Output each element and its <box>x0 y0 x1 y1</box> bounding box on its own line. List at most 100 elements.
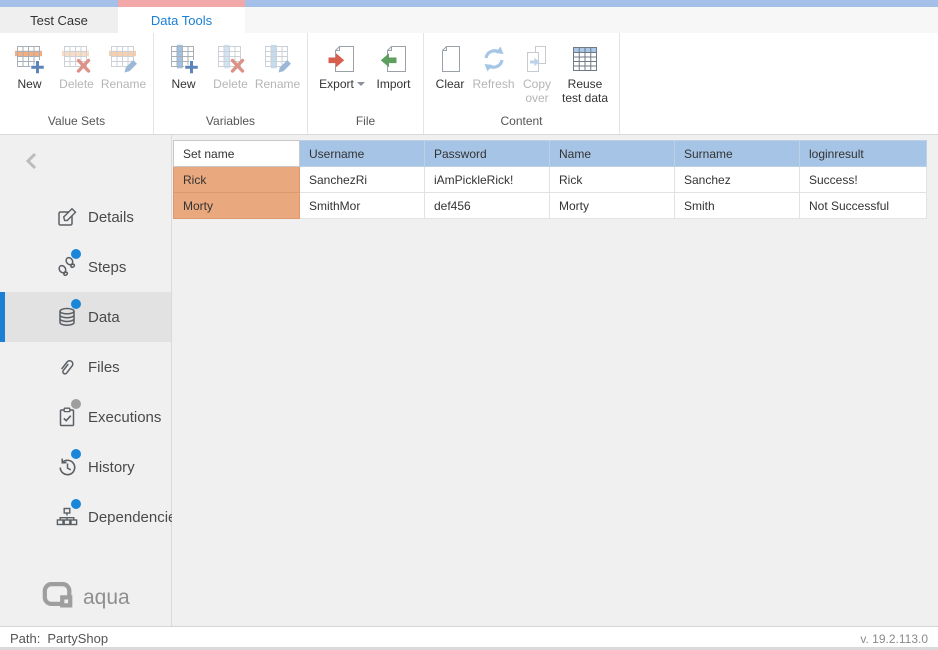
sidebar-nav: Details Steps <box>0 192 171 542</box>
table-row-delete-icon <box>61 41 93 77</box>
cell-set-name[interactable]: Morty <box>174 193 300 219</box>
column-header-surname[interactable]: Surname <box>675 141 800 167</box>
button-label: Import <box>376 77 410 91</box>
clear-button[interactable]: Clear <box>430 36 470 91</box>
edit-icon <box>56 206 78 228</box>
ribbon-group-content: Clear Refresh <box>424 33 620 134</box>
table-row: Morty SmithMor def456 Morty Smith Not Su… <box>174 193 927 219</box>
app-window: Test Case Data Tools <box>0 0 938 650</box>
valuesets-delete-button: Delete <box>53 36 100 91</box>
path-label: Path: <box>10 631 40 646</box>
refresh-button: Refresh <box>470 36 517 91</box>
path-value: PartyShop <box>47 631 108 646</box>
steps-icon <box>56 256 78 278</box>
variables-rename-button: Rename <box>254 36 301 91</box>
column-header-name[interactable]: Name <box>550 141 675 167</box>
cell-name[interactable]: Morty <box>550 193 675 219</box>
table-column-delete-icon <box>215 41 247 77</box>
aqua-logo: aqua <box>42 581 130 614</box>
column-header-username[interactable]: Username <box>300 141 425 167</box>
ribbon-group-file: Export Import File <box>308 33 424 134</box>
copy-over-button: Copy over <box>517 36 557 106</box>
cell-loginresult[interactable]: Success! <box>800 167 927 193</box>
group-label-file: File <box>314 111 417 134</box>
chevron-left-icon <box>23 158 41 175</box>
column-header-loginresult[interactable]: loginresult <box>800 141 927 167</box>
cell-username[interactable]: SmithMor <box>300 193 425 219</box>
reuse-test-data-button[interactable]: Reuse test data <box>557 36 613 106</box>
variables-new-button[interactable]: New <box>160 36 207 91</box>
paperclip-icon <box>56 356 78 378</box>
button-label: Export <box>319 77 354 91</box>
group-label-variables: Variables <box>160 111 301 134</box>
export-button[interactable]: Export <box>314 36 370 91</box>
window-accent-strip <box>0 0 938 7</box>
button-label: New <box>171 77 195 91</box>
valuesets-new-button[interactable]: New <box>6 36 53 91</box>
valuesets-rename-button: Rename <box>100 36 147 91</box>
status-bar: Path: PartyShop v. 19.2.113.0 <box>0 626 938 650</box>
clipboard-check-icon <box>56 406 78 428</box>
button-label: Refresh <box>472 77 514 91</box>
cell-name[interactable]: Rick <box>550 167 675 193</box>
group-label-value-sets: Value Sets <box>6 111 147 134</box>
dropdown-caret-icon <box>357 82 365 86</box>
value-set-table: Set name Username Password Name Surname … <box>173 140 927 219</box>
cell-password[interactable]: iAmPickleRick! <box>425 167 550 193</box>
refresh-icon <box>479 41 509 77</box>
sidebar-item-label: Executions <box>0 409 161 426</box>
table-column-rename-icon <box>262 41 294 77</box>
database-icon <box>56 306 78 328</box>
copy-over-icon <box>522 41 552 77</box>
ribbon: New <box>0 33 938 135</box>
sidebar-item-dependencies[interactable]: Dependencies <box>0 492 171 542</box>
sidebar: Details Steps <box>0 135 172 626</box>
button-label: Reuse test data <box>557 77 613 106</box>
button-label: Clear <box>436 77 465 91</box>
export-icon <box>327 41 357 77</box>
sidebar-item-history[interactable]: History <box>0 442 171 492</box>
sidebar-item-files[interactable]: Files <box>0 342 171 392</box>
ribbon-group-value-sets: New <box>0 33 154 134</box>
table-row: Rick SanchezRi iAmPickleRick! Rick Sanch… <box>174 167 927 193</box>
sidebar-item-details[interactable]: Details <box>0 192 171 242</box>
reuse-table-icon <box>570 41 600 77</box>
button-label: Rename <box>255 77 300 91</box>
button-label: Delete <box>59 77 94 91</box>
button-label: Rename <box>101 77 146 91</box>
back-button[interactable] <box>23 151 41 176</box>
tab-test-case[interactable]: Test Case <box>0 7 118 33</box>
column-header-set-name[interactable]: Set name <box>174 141 300 167</box>
active-tab-accent <box>118 0 245 7</box>
tab-data-tools[interactable]: Data Tools <box>118 7 245 33</box>
ribbon-tabs: Test Case Data Tools <box>0 7 938 33</box>
cell-surname[interactable]: Sanchez <box>675 167 800 193</box>
cell-set-name[interactable]: Rick <box>174 167 300 193</box>
cell-surname[interactable]: Smith <box>675 193 800 219</box>
import-icon <box>379 41 409 77</box>
sidebar-item-executions[interactable]: Executions <box>0 392 171 442</box>
sidebar-item-steps[interactable]: Steps <box>0 242 171 292</box>
import-button[interactable]: Import <box>370 36 417 91</box>
version-text: v. 19.2.113.0 <box>860 632 928 646</box>
main-content: Set name Username Password Name Surname … <box>172 135 938 626</box>
button-label: Copy over <box>517 77 557 106</box>
cell-password[interactable]: def456 <box>425 193 550 219</box>
aqua-logo-text: aqua <box>83 586 130 610</box>
ribbon-group-variables: New <box>154 33 308 134</box>
table-row-rename-icon <box>108 41 140 77</box>
cell-loginresult[interactable]: Not Successful <box>800 193 927 219</box>
hierarchy-icon <box>56 506 78 528</box>
table-column-add-icon <box>168 41 200 77</box>
sidebar-item-data[interactable]: Data <box>0 292 171 342</box>
column-header-password[interactable]: Password <box>425 141 550 167</box>
table-header-row: Set name Username Password Name Surname … <box>174 141 927 167</box>
cell-username[interactable]: SanchezRi <box>300 167 425 193</box>
button-label: New <box>17 77 41 91</box>
table-row-add-icon <box>14 41 46 77</box>
clear-page-icon <box>436 41 464 77</box>
aqua-logo-icon <box>42 581 74 614</box>
button-label: Delete <box>213 77 248 91</box>
variables-delete-button: Delete <box>207 36 254 91</box>
sidebar-item-label: Dependencies <box>0 509 184 526</box>
